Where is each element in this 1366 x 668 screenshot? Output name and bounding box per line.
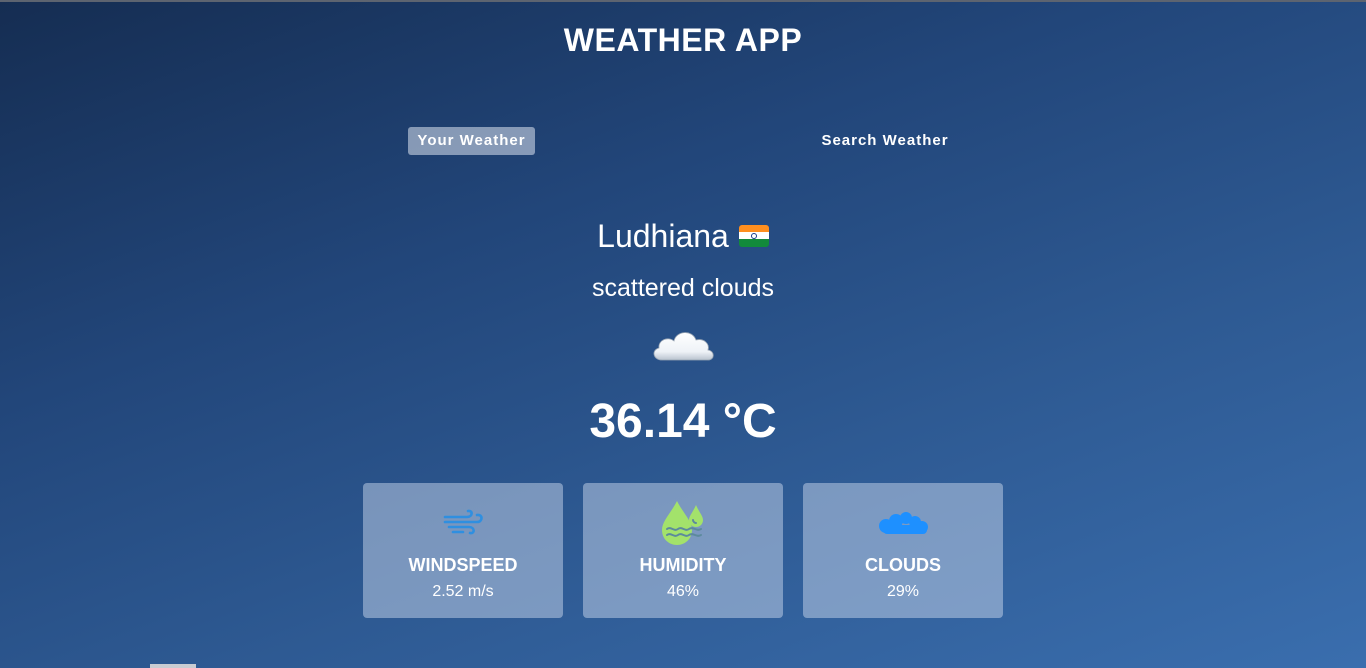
tab-search-weather[interactable]: Search Weather <box>812 127 958 155</box>
clouds-value: 29% <box>886 583 920 600</box>
temperature-value: 36.14 °C <box>589 395 777 448</box>
bottom-scroll-indicator <box>150 664 196 668</box>
weather-description: scattered clouds <box>591 274 775 302</box>
humidity-title: HUMIDITY <box>639 555 727 575</box>
clouds-card: CLOUDS 29% <box>803 483 1003 618</box>
wind-icon <box>443 509 483 535</box>
clouds-title: CLOUDS <box>865 555 941 575</box>
windspeed-value: 2.52 m/s <box>432 583 494 600</box>
city-heading: Ludhiana <box>0 218 1366 255</box>
city-name: Ludhiana <box>597 218 729 254</box>
windspeed-card: WINDSPEED 2.52 m/s <box>363 483 563 618</box>
clouds-icon <box>879 512 928 534</box>
windspeed-title: WINDSPEED <box>408 555 518 575</box>
window-top-border <box>0 0 1366 2</box>
app-title: WEATHER APP <box>563 22 803 58</box>
tab-your-weather[interactable]: Your Weather <box>408 127 535 155</box>
cloud-icon <box>653 332 714 361</box>
humidity-value: 46% <box>666 583 700 600</box>
india-flag-icon <box>738 224 769 247</box>
humidity-icon <box>662 501 703 545</box>
humidity-card: HUMIDITY 46% <box>583 483 783 618</box>
